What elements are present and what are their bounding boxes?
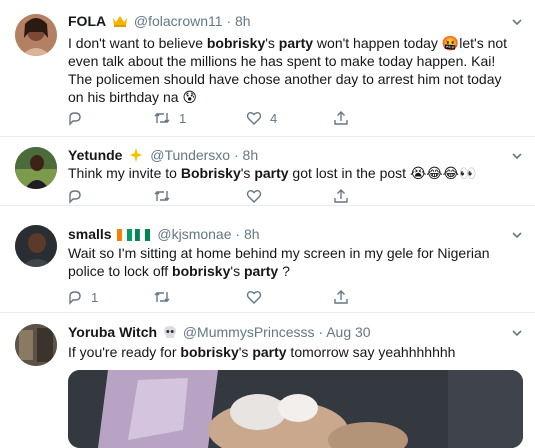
author-name[interactable]: Yetunde <box>68 147 122 163</box>
text-segment: Think my invite to <box>68 165 181 181</box>
timestamp[interactable]: 8h <box>243 147 259 163</box>
reply-button[interactable]: 1 <box>67 287 98 307</box>
retweet-icon <box>154 191 170 201</box>
text-segment: got lost in the post <box>288 165 410 181</box>
angry-emoji: 🤬 <box>441 35 460 51</box>
highlight-keyword: Bobrisky <box>180 165 241 181</box>
like-icon <box>246 112 262 125</box>
share-icon <box>334 111 348 125</box>
chevron-down-icon[interactable] <box>511 228 523 240</box>
share-icon <box>334 290 348 304</box>
text-segment: 's <box>265 35 279 51</box>
highlight-keyword: bobrisky <box>180 344 239 360</box>
text-segment: 's <box>238 344 253 360</box>
reply-button[interactable] <box>67 108 83 128</box>
author-handle[interactable]: @folacrown11 <box>134 13 223 29</box>
tweet-text: I don't want to believe bobrisky's party… <box>68 34 520 106</box>
separator-dot: · <box>233 147 239 163</box>
avatar[interactable] <box>15 225 57 267</box>
avatar[interactable] <box>15 14 57 56</box>
avatar[interactable] <box>15 324 57 366</box>
tweet-header: Yoruba Witch @MummysPrincesss · Aug 30 <box>68 322 505 342</box>
author-handle[interactable]: @MummysPrincesss <box>183 324 315 340</box>
reply-icon <box>69 112 81 126</box>
separator-dot: · <box>235 226 241 242</box>
tweet[interactable]: Yetunde @Tundersxo · 8h Think my invite … <box>0 136 535 206</box>
like-button[interactable]: 4 <box>246 108 277 128</box>
like-button[interactable] <box>246 287 270 307</box>
tweet-text: If you're ready for bobrisky's party tom… <box>68 343 520 361</box>
reply-icon <box>69 291 81 305</box>
tweet-feed: FOLA @folacrown11 · 8h I don't want to b… <box>0 0 535 448</box>
highlight-keyword: bobrisky <box>172 263 231 279</box>
author-name[interactable]: smalls <box>68 226 112 242</box>
text-segment: If you're ready for <box>68 344 181 360</box>
tweet[interactable]: FOLA @folacrown11 · 8h I don't want to b… <box>0 0 535 137</box>
avatar[interactable] <box>15 147 57 189</box>
reply-icon <box>69 190 81 204</box>
share-icon <box>334 189 348 203</box>
timestamp[interactable]: Aug 30 <box>326 324 370 340</box>
like-icon <box>246 291 262 304</box>
text-segment: tomorrow say yeahhhhhhh <box>286 344 456 360</box>
emoji-sequence: 😭😂😂👀 <box>409 165 477 181</box>
retweet-button[interactable] <box>153 186 179 206</box>
tweet-text: Think my invite to Bobrisky's party got … <box>68 164 520 182</box>
text-segment: won't happen today <box>313 35 442 51</box>
author-handle[interactable]: @kjsmonae <box>157 226 231 242</box>
share-button[interactable] <box>333 287 349 307</box>
tweet-header: Yetunde @Tundersxo · 8h <box>68 145 505 165</box>
flags-emoji <box>117 226 151 246</box>
text-segment: 's <box>240 165 255 181</box>
tweet-media-image[interactable] <box>68 370 523 448</box>
tweet-header: FOLA @folacrown11 · 8h <box>68 11 505 31</box>
highlight-keyword: party <box>252 344 287 360</box>
retweet-button[interactable] <box>153 287 179 307</box>
highlight-keyword: party <box>254 165 289 181</box>
text-segment: I don't want to believe <box>68 35 207 51</box>
highlight-keyword: bobrisky <box>206 35 266 51</box>
like-button[interactable] <box>246 186 270 206</box>
retweet-count: 1 <box>179 110 187 126</box>
like-count: 4 <box>270 110 278 126</box>
chevron-down-icon[interactable] <box>511 326 523 338</box>
retweet-icon <box>154 113 170 123</box>
retweet-icon <box>154 292 170 302</box>
highlight-keyword: party <box>243 263 279 279</box>
tweet[interactable]: smalls @kjsmonae · 8h Wait so I'm sittin… <box>0 217 535 313</box>
reply-count: 1 <box>91 289 99 305</box>
tweet-header: smalls @kjsmonae · 8h <box>68 224 505 244</box>
fearful-emoji: 😰 <box>182 89 198 105</box>
author-name[interactable]: Yoruba Witch <box>68 324 157 340</box>
reply-button[interactable] <box>67 186 83 206</box>
author-name[interactable]: FOLA <box>68 13 106 29</box>
text-segment: 's <box>230 263 244 279</box>
highlight-keyword: party <box>278 35 314 51</box>
share-button[interactable] <box>333 186 349 206</box>
timestamp[interactable]: 8h <box>244 226 260 242</box>
share-button[interactable] <box>333 108 349 128</box>
chevron-down-icon[interactable] <box>511 15 523 27</box>
chevron-down-icon[interactable] <box>511 149 523 161</box>
author-handle[interactable]: @Tundersxo <box>150 147 230 163</box>
retweet-button[interactable]: 1 <box>153 108 186 128</box>
tweet-text: Wait so I'm sitting at home behind my sc… <box>68 244 520 280</box>
separator-dot: · <box>318 324 324 340</box>
timestamp[interactable]: 8h <box>235 13 251 29</box>
like-icon <box>246 190 262 203</box>
skull-emoji <box>163 324 177 344</box>
crown-emoji <box>112 13 128 33</box>
text-segment: ? <box>278 263 290 279</box>
separator-dot: · <box>226 13 232 29</box>
